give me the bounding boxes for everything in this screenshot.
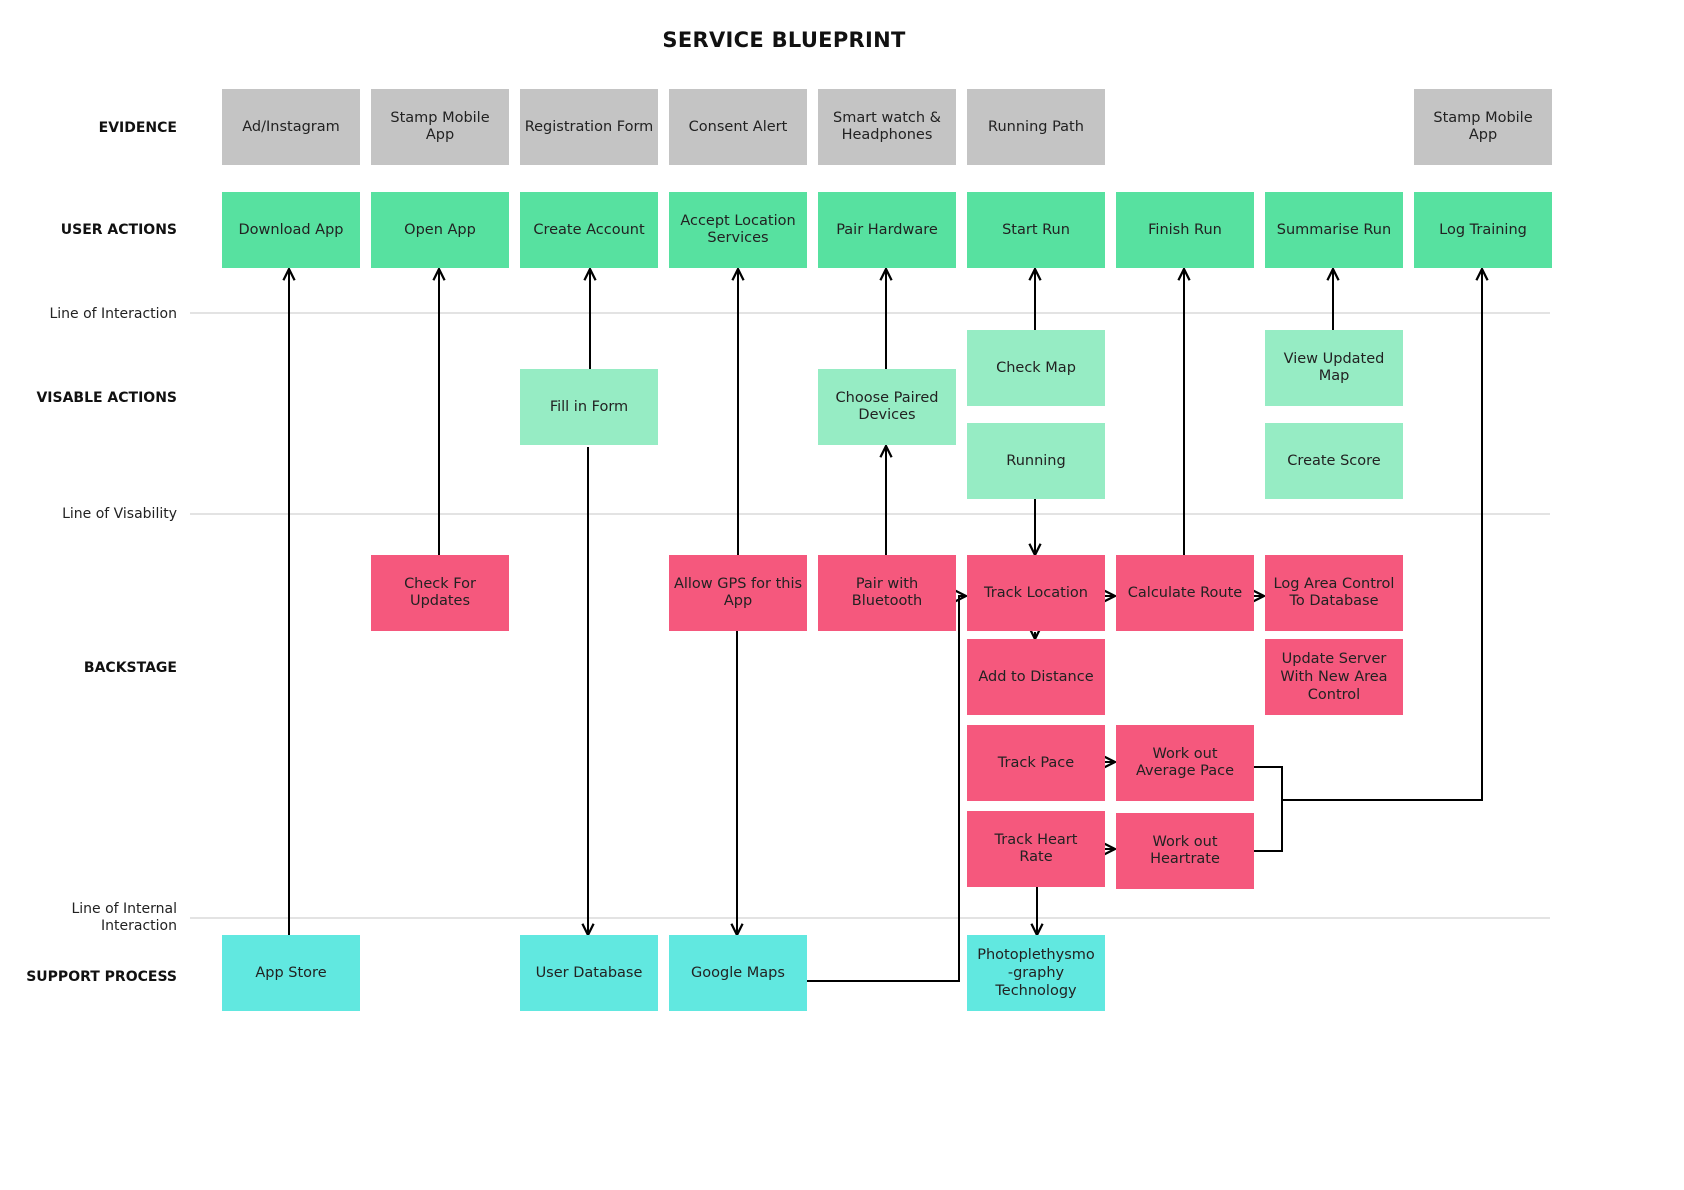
support-card: App Store xyxy=(222,935,360,1011)
user-action-card: Start Run xyxy=(967,192,1105,268)
user-action-card: Download App xyxy=(222,192,360,268)
user-action-card: Pair Hardware xyxy=(818,192,956,268)
evidence-card: Registration Form xyxy=(520,89,658,165)
lane-label-support-process: SUPPORT PROCESS xyxy=(26,969,177,985)
lane-label-visible-actions: VISABLE ACTIONS xyxy=(36,390,177,406)
line-label-interaction: Line of Interaction xyxy=(49,306,177,322)
user-action-card: Log Training xyxy=(1414,192,1552,268)
lane-label-evidence: EVIDENCE xyxy=(98,120,177,136)
user-action-card: Open App xyxy=(371,192,509,268)
lane-label-backstage: BACKSTAGE xyxy=(83,660,177,676)
backstage-card: Allow GPS for this App xyxy=(669,555,807,631)
line-label-visibility: Line of Visability xyxy=(62,506,177,522)
backstage-card: Log Area Control To Database xyxy=(1265,555,1403,631)
backstage-card: Work out Average Pace xyxy=(1116,725,1254,801)
visible-action-card: Create Score xyxy=(1265,423,1403,499)
backstage-card: Track Location xyxy=(967,555,1105,631)
evidence-card: Smart watch & Headphones xyxy=(818,89,956,165)
backstage-card: Add to Distance xyxy=(967,639,1105,715)
page-title: SERVICE BLUEPRINT xyxy=(662,28,906,52)
backstage-card: Pair with Bluetooth xyxy=(818,555,956,631)
user-action-card: Accept Location Services xyxy=(669,192,807,268)
line-of-internal-interaction xyxy=(190,917,1550,919)
backstage-card: Check For Updates xyxy=(371,555,509,631)
visible-action-card: Fill in Form xyxy=(520,369,658,445)
backstage-card: Update Server With New Area Control xyxy=(1265,639,1403,715)
user-action-card: Finish Run xyxy=(1116,192,1254,268)
user-action-card: Create Account xyxy=(520,192,658,268)
line-label-internal-interaction: Line of Internal Interaction xyxy=(71,901,177,935)
visible-action-card: View Updated Map xyxy=(1265,330,1403,406)
evidence-card: Ad/Instagram xyxy=(222,89,360,165)
line-of-visibility xyxy=(190,513,1550,515)
evidence-card: Running Path xyxy=(967,89,1105,165)
backstage-card: Work out Heartrate xyxy=(1116,813,1254,889)
user-action-card: Summarise Run xyxy=(1265,192,1403,268)
connector-googlemaps-tracklocation xyxy=(806,596,966,982)
evidence-card: Stamp Mobile App xyxy=(371,89,509,165)
lane-label-user-actions: USER ACTIONS xyxy=(60,222,177,238)
evidence-card: Stamp Mobile App xyxy=(1414,89,1552,165)
line-label-internal-2: Interaction xyxy=(101,918,177,934)
visible-action-card: Choose Paired Devices xyxy=(818,369,956,445)
visible-action-card: Check Map xyxy=(967,330,1105,406)
support-card: Photoplethysmo -graphy Technology xyxy=(967,935,1105,1011)
backstage-card: Calculate Route xyxy=(1116,555,1254,631)
backstage-card: Track Heart Rate xyxy=(967,811,1105,887)
evidence-card: Consent Alert xyxy=(669,89,807,165)
support-card: Google Maps xyxy=(669,935,807,1011)
backstage-card: Track Pace xyxy=(967,725,1105,801)
support-card: User Database xyxy=(520,935,658,1011)
visible-action-card: Running xyxy=(967,423,1105,499)
line-of-interaction xyxy=(190,312,1550,314)
connector-avgpace-merge xyxy=(1254,766,1283,852)
line-label-internal-1: Line of Internal xyxy=(71,901,177,917)
